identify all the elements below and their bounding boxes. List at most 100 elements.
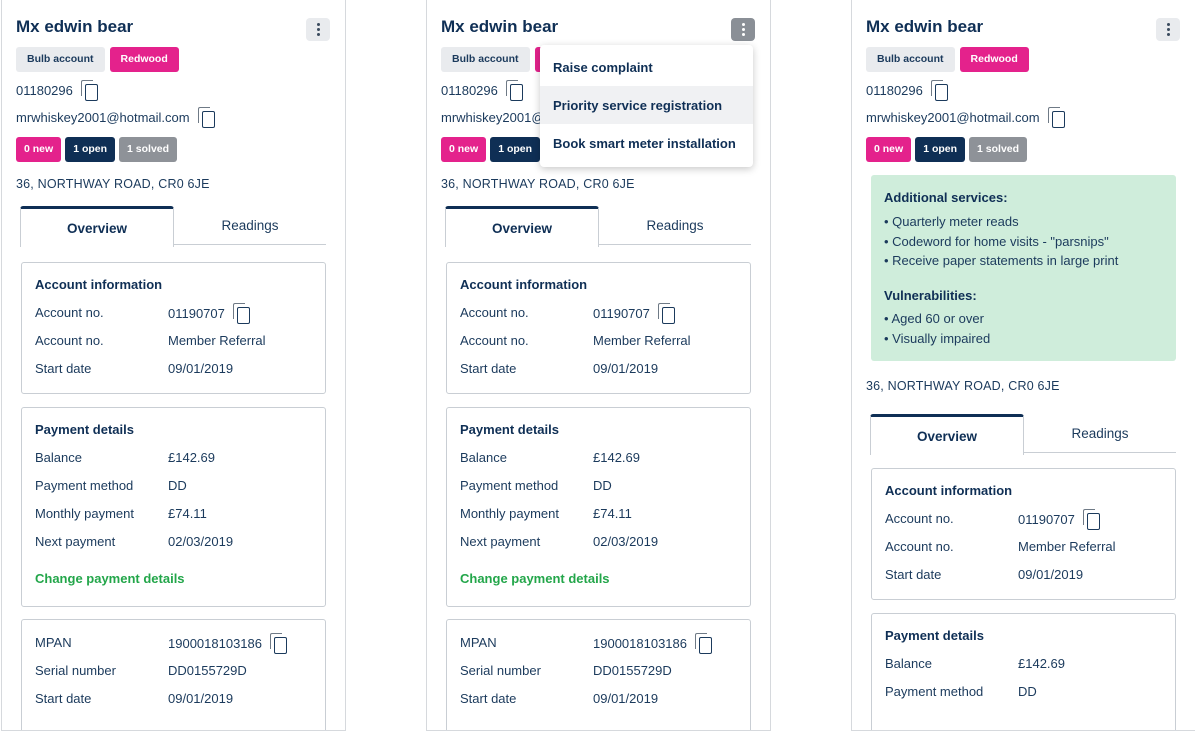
row-label: Start date — [35, 361, 92, 376]
row-label: Start date — [460, 361, 517, 376]
payment-details-card: Payment details Balance £142.69 Payment … — [21, 407, 326, 607]
customer-panel-default: Mx edwin bear Bulb account Redwood 01180… — [1, 0, 346, 731]
row-label: Payment method — [460, 478, 559, 493]
service-item: • Receive paper statements in large prin… — [884, 253, 1119, 268]
customer-address: 36, NORTHWAY ROAD, CR0 6JE — [441, 177, 635, 191]
tickets-open-badge[interactable]: 1 open — [65, 137, 116, 162]
payment-details-card: Payment details Balance £142.69 Payment … — [871, 613, 1176, 730]
vulnerability-item: • Visually impaired — [884, 331, 991, 346]
row-value: £74.11 — [593, 506, 632, 521]
copy-icon[interactable] — [657, 303, 675, 324]
row-value: DD0155729D — [168, 663, 247, 678]
account-information-card: Account information Account no. 01190707… — [21, 262, 326, 394]
row-label: Account no. — [35, 305, 104, 320]
account-number: 01190707 — [593, 306, 650, 321]
row-label: Monthly payment — [460, 506, 559, 521]
tickets-open-badge[interactable]: 1 open — [490, 137, 541, 162]
kebab-icon — [741, 23, 745, 36]
row-value: 09/01/2019 — [1018, 567, 1084, 582]
tickets-new-badge[interactable]: 0 new — [866, 137, 912, 162]
row-label: Account no. — [885, 511, 954, 526]
row-label: Payment method — [35, 478, 134, 493]
account-information-card: Account information Account no. 01190707… — [446, 262, 751, 394]
customer-address: 36, NORTHWAY ROAD, CR0 6JE — [866, 379, 1060, 393]
tab-overview[interactable]: Overview — [445, 206, 599, 247]
payment-details-card: Payment details Balance £142.69 Payment … — [446, 407, 751, 607]
tab-overview[interactable]: Overview — [870, 414, 1024, 455]
row-value: DD0155729D — [593, 663, 672, 678]
phone-number: 01180296 — [441, 83, 498, 98]
copy-icon[interactable] — [270, 633, 287, 654]
row-label: Monthly payment — [35, 506, 134, 521]
copy-icon[interactable] — [1047, 107, 1065, 128]
row-value: Member Referral — [168, 333, 266, 348]
tariff-badge: Redwood — [109, 47, 179, 72]
copy-icon[interactable] — [930, 80, 948, 101]
tickets-new-badge[interactable]: 0 new — [441, 137, 487, 162]
tickets-open-badge[interactable]: 1 open — [915, 137, 966, 162]
customer-name: Mx edwin bear — [866, 17, 984, 36]
additional-services-box: Additional services: • Quarterly meter r… — [871, 175, 1176, 361]
row-label: Start date — [460, 691, 517, 706]
tab-overview[interactable]: Overview — [20, 206, 174, 247]
card-title: Payment details — [35, 422, 134, 437]
row-label: Next payment — [35, 534, 116, 549]
account-type-badge: Bulb account — [866, 47, 955, 72]
copy-icon[interactable] — [232, 303, 250, 324]
row-value: £142.69 — [1018, 656, 1065, 671]
copy-icon[interactable] — [1082, 509, 1100, 530]
row-label: Serial number — [35, 663, 116, 678]
change-payment-details-link[interactable]: Change payment details — [35, 571, 185, 586]
email-address: mrwhiskey2001@hotmail.com — [866, 110, 1040, 125]
row-value: DD — [593, 478, 612, 493]
row-label: Balance — [35, 450, 82, 465]
copy-icon[interactable] — [197, 107, 215, 128]
menu-item-priority-service-registration[interactable]: Priority service registration — [540, 86, 753, 124]
copy-icon[interactable] — [505, 80, 523, 101]
row-value: 09/01/2019 — [168, 691, 234, 706]
row-value: 09/01/2019 — [168, 361, 234, 376]
tickets-solved-badge[interactable]: 1 solved — [119, 137, 178, 162]
tickets-new-badge[interactable]: 0 new — [16, 137, 62, 162]
row-label: Start date — [885, 567, 942, 582]
row-value: Member Referral — [1018, 539, 1116, 554]
tab-readings[interactable]: Readings — [1024, 414, 1176, 453]
tariff-badge: Redwood — [959, 47, 1029, 72]
more-actions-button[interactable] — [1156, 18, 1180, 41]
row-label: Account no. — [460, 333, 529, 348]
menu-item-book-smart-meter[interactable]: Book smart meter installation — [540, 124, 753, 162]
card-title: Account information — [35, 277, 163, 292]
account-type-badge: Bulb account — [16, 47, 105, 72]
meter-card: MPAN 1900018103186 Serial number DD01557… — [446, 619, 751, 730]
copy-icon[interactable] — [695, 633, 712, 654]
copy-icon[interactable] — [80, 80, 98, 101]
row-label: Payment method — [885, 684, 984, 699]
tab-readings[interactable]: Readings — [599, 206, 751, 245]
row-label: Balance — [460, 450, 507, 465]
more-actions-button[interactable] — [731, 18, 755, 41]
mpan-value: 1900018103186 — [168, 636, 262, 651]
row-label: Account no. — [460, 305, 529, 320]
account-type-badge: Bulb account — [441, 47, 530, 72]
change-payment-details-link[interactable]: Change payment details — [460, 571, 610, 586]
card-title: Payment details — [885, 628, 984, 643]
account-number: 01190707 — [1018, 512, 1075, 527]
email-address: mrwhiskey2001@hotmail.com — [16, 110, 190, 125]
tickets-solved-badge[interactable]: 1 solved — [969, 137, 1028, 162]
customer-name: Mx edwin bear — [16, 17, 134, 36]
menu-item-raise-complaint[interactable]: Raise complaint — [540, 48, 753, 86]
tab-readings[interactable]: Readings — [174, 206, 326, 245]
service-item: • Quarterly meter reads — [884, 214, 1019, 229]
kebab-icon — [316, 23, 320, 36]
row-value: DD — [1018, 684, 1037, 699]
row-value: £142.69 — [593, 450, 640, 465]
row-value: £142.69 — [168, 450, 215, 465]
row-label: Balance — [885, 656, 932, 671]
customer-address: 36, NORTHWAY ROAD, CR0 6JE — [16, 177, 210, 191]
row-value: 09/01/2019 — [593, 361, 659, 376]
service-item: • Codeword for home visits - "parsnips" — [884, 234, 1109, 249]
row-value: £74.11 — [168, 506, 207, 521]
phone-number: 01180296 — [866, 83, 923, 98]
more-actions-button[interactable] — [306, 18, 330, 41]
card-title: Account information — [460, 277, 588, 292]
